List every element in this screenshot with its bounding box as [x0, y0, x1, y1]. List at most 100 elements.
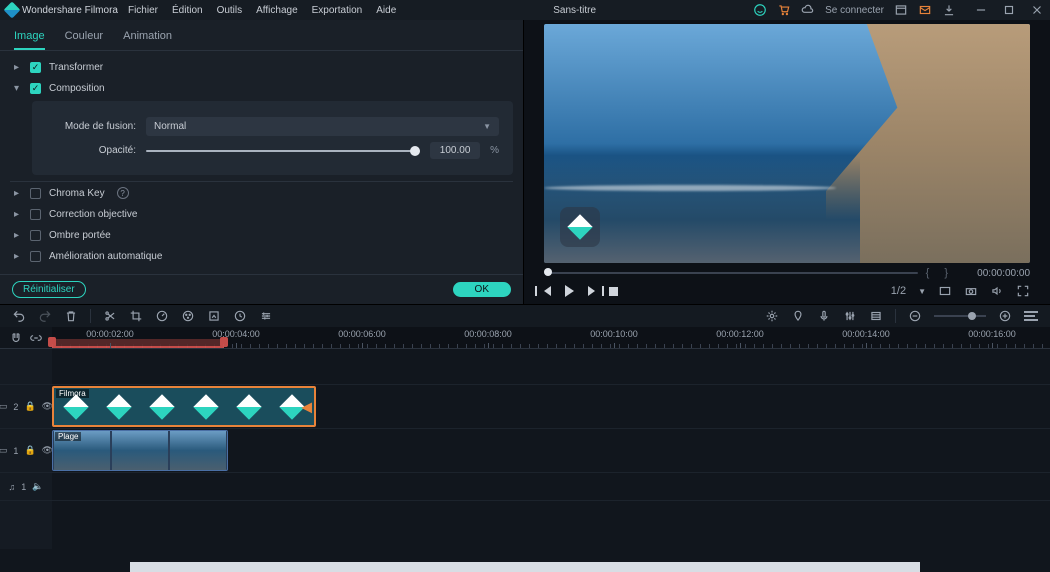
fullscreen-icon[interactable]	[1016, 284, 1030, 298]
ruler-body[interactable]: 00:00:02:0000:00:04:0000:00:06:0000:00:0…	[52, 327, 1050, 348]
display-mode-icon[interactable]	[938, 284, 952, 298]
prop-composition[interactable]: ▾ ✓ Composition	[10, 78, 513, 99]
track-body-v1[interactable]: Plage	[52, 429, 1050, 472]
slider-thumb[interactable]	[968, 312, 976, 320]
timeline-toolbar	[0, 304, 1050, 327]
checkbox-auto[interactable]	[30, 251, 41, 262]
magnet-icon[interactable]	[9, 331, 23, 345]
list-icon[interactable]	[869, 309, 883, 323]
track-spacer-body[interactable]	[52, 349, 1050, 384]
prop-correction[interactable]: ▸ Correction objective	[10, 204, 513, 225]
cart-icon[interactable]	[777, 3, 791, 17]
checkbox-shadow[interactable]	[30, 230, 41, 241]
menu-file[interactable]: Fichier	[128, 5, 158, 16]
lock-icon[interactable]: 🔒	[24, 401, 35, 412]
play-button[interactable]	[565, 285, 574, 297]
close-button[interactable]	[1030, 3, 1044, 17]
fit-icon[interactable]	[1024, 309, 1038, 323]
app-name: Wondershare Filmora	[22, 5, 118, 16]
clip-plage[interactable]: Plage	[52, 430, 228, 471]
prop-transformer[interactable]: ▸ ✓ Transformer	[10, 57, 513, 78]
menu-view[interactable]: Affichage	[256, 5, 298, 16]
prop-auto[interactable]: ▸ Amélioration automatique	[10, 246, 513, 267]
link-icon[interactable]	[29, 331, 43, 345]
clip-filmora[interactable]: Filmora ◀	[52, 386, 316, 427]
greenscreen-icon[interactable]	[207, 309, 221, 323]
stop-button[interactable]	[609, 287, 618, 296]
prev-frame-button[interactable]	[544, 286, 551, 296]
sign-in-link[interactable]: Se connecter	[825, 5, 884, 16]
redo-icon[interactable]	[38, 309, 52, 323]
adjust-icon[interactable]	[259, 309, 273, 323]
help-icon[interactable]: ?	[117, 187, 129, 199]
next-frame-button[interactable]	[588, 286, 595, 296]
overlay-logo	[560, 207, 600, 247]
checkbox-correction[interactable]	[30, 209, 41, 220]
playhead-slider[interactable]	[544, 272, 918, 274]
snapshot-icon[interactable]	[964, 284, 978, 298]
track-head-v1[interactable]: ▭ 1 🔒 👁	[0, 429, 52, 472]
slider-thumb[interactable]	[410, 146, 420, 156]
window-icon[interactable]	[894, 3, 908, 17]
marker-icon[interactable]	[791, 309, 805, 323]
track-head-a1[interactable]: ♫ 1 🔈	[0, 473, 52, 500]
cloud-icon[interactable]	[801, 3, 815, 17]
prop-shadow[interactable]: ▸ Ombre portée	[10, 225, 513, 246]
ok-button[interactable]: OK	[453, 282, 511, 297]
horizontal-scrollbar[interactable]	[130, 562, 920, 572]
crop-icon[interactable]	[129, 309, 143, 323]
divider	[895, 309, 896, 323]
download-icon[interactable]	[942, 3, 956, 17]
timeline-selection[interactable]	[52, 339, 224, 348]
support-icon[interactable]	[753, 3, 767, 17]
menu-edit[interactable]: Édition	[172, 5, 203, 16]
mute-icon[interactable]: 🔈	[32, 481, 43, 492]
checkbox-composition[interactable]: ✓	[30, 83, 41, 94]
prop-chroma[interactable]: ▸ Chroma Key ?	[10, 182, 513, 204]
blend-mode-label: Mode de fusion:	[46, 121, 136, 132]
blend-mode-select[interactable]: Normal ▼	[146, 117, 499, 136]
mixer-icon[interactable]	[843, 309, 857, 323]
undo-icon[interactable]	[12, 309, 26, 323]
ruler-tick-label: 00:00:06:00	[338, 329, 386, 339]
mix-icon[interactable]	[765, 309, 779, 323]
filmora-icon	[236, 394, 261, 419]
minimize-button[interactable]	[974, 3, 988, 17]
prop-correction-label: Correction objective	[49, 209, 137, 220]
opacity-slider[interactable]	[146, 150, 420, 152]
speed-icon[interactable]	[155, 309, 169, 323]
record-icon[interactable]	[817, 309, 831, 323]
tab-animation[interactable]: Animation	[123, 26, 172, 50]
track-body-v2[interactable]: Filmora ◀	[52, 385, 1050, 428]
tab-color[interactable]: Couleur	[65, 26, 104, 50]
keyframe-icon[interactable]	[233, 309, 247, 323]
zoom-out-icon[interactable]	[908, 309, 922, 323]
delete-icon[interactable]	[64, 309, 78, 323]
menu-help[interactable]: Aide	[376, 5, 396, 16]
tab-image[interactable]: Image	[14, 26, 45, 50]
checkbox-transformer[interactable]: ✓	[30, 62, 41, 73]
menu-export[interactable]: Exportation	[312, 5, 363, 16]
maximize-button[interactable]	[1002, 3, 1016, 17]
zoom-slider[interactable]	[934, 315, 986, 317]
checkbox-chroma[interactable]	[30, 188, 41, 199]
track-body-a1[interactable]	[52, 473, 1050, 500]
reset-button[interactable]: Réinitialiser	[12, 281, 86, 298]
mail-icon[interactable]	[918, 3, 932, 17]
in-out-brackets[interactable]: { }	[926, 267, 954, 279]
track-spacer-body[interactable]	[52, 501, 1050, 549]
track-head-v2[interactable]: ▭ 2 🔒 👁	[0, 385, 52, 428]
chevron-down-icon[interactable]: ▼	[918, 287, 926, 296]
opacity-input[interactable]: 100.00	[430, 142, 480, 159]
split-icon[interactable]	[103, 309, 117, 323]
lock-icon[interactable]: 🔒	[24, 445, 35, 456]
volume-icon[interactable]	[990, 284, 1004, 298]
ruler-tick-label: 00:00:16:00	[968, 329, 1016, 339]
trim-arrow-icon[interactable]: ◀	[301, 398, 312, 415]
ruler-tick-label: 00:00:10:00	[590, 329, 638, 339]
playhead-thumb[interactable]	[544, 268, 552, 276]
menu-tools[interactable]: Outils	[217, 5, 243, 16]
color-icon[interactable]	[181, 309, 195, 323]
zoom-in-icon[interactable]	[998, 309, 1012, 323]
preview-viewport[interactable]	[544, 24, 1030, 263]
